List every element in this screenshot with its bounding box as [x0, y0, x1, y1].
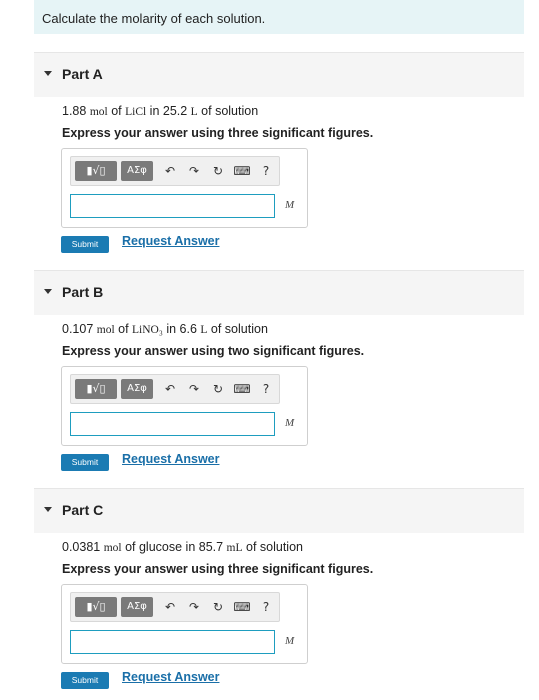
help-icon[interactable]: ? — [257, 597, 275, 617]
reset-icon[interactable]: ↻ — [209, 161, 227, 181]
caret-down-icon — [44, 71, 52, 76]
part-c-title: Part C — [62, 502, 104, 518]
part-a-answer-box: ▮√▯ ΑΣφ ↶ ↷ ↻ ⌨ ? M — [61, 148, 308, 228]
caret-down-icon — [44, 289, 52, 294]
undo-icon[interactable]: ↶ — [161, 161, 179, 181]
part-c-header[interactable]: Part C — [34, 488, 524, 533]
symbols-button[interactable]: ΑΣφ — [121, 161, 153, 181]
help-icon[interactable]: ? — [257, 161, 275, 181]
part-b-submit-button[interactable]: Submit — [61, 454, 109, 471]
instructions-banner: Calculate the molarity of each solution. — [34, 0, 524, 34]
part-c-submit-button[interactable]: Submit — [61, 672, 109, 689]
part-a-title: Part A — [62, 66, 103, 82]
redo-icon[interactable]: ↷ — [185, 161, 203, 181]
unit-label: M — [285, 635, 295, 647]
part-b-instruction: Express your answer using two significan… — [62, 344, 365, 358]
reset-icon[interactable]: ↻ — [209, 597, 227, 617]
keyboard-icon[interactable]: ⌨ — [233, 597, 251, 617]
part-c-request-answer-link[interactable]: Request Answer — [122, 670, 219, 684]
part-b-header[interactable]: Part B — [34, 270, 524, 315]
part-b-question: 0.107 mol of LiNO₃ in 6.6 L of solution — [62, 322, 268, 336]
math-toolbar: ▮√▯ ΑΣφ ↶ ↷ ↻ ⌨ ? — [70, 156, 280, 186]
math-toolbar: ▮√▯ ΑΣφ ↶ ↷ ↻ ⌨ ? — [70, 592, 280, 622]
templates-button[interactable]: ▮√▯ — [75, 597, 117, 617]
math-toolbar: ▮√▯ ΑΣφ ↶ ↷ ↻ ⌨ ? — [70, 374, 280, 404]
part-b-answer-box: ▮√▯ ΑΣφ ↶ ↷ ↻ ⌨ ? M — [61, 366, 308, 446]
symbols-button[interactable]: ΑΣφ — [121, 379, 153, 399]
part-a-submit-button[interactable]: Submit — [61, 236, 109, 253]
undo-icon[interactable]: ↶ — [161, 379, 179, 399]
caret-down-icon — [44, 507, 52, 512]
symbols-button[interactable]: ΑΣφ — [121, 597, 153, 617]
keyboard-icon[interactable]: ⌨ — [233, 161, 251, 181]
unit-label: M — [285, 199, 295, 211]
unit-label: M — [285, 417, 295, 429]
part-b-request-answer-link[interactable]: Request Answer — [122, 452, 219, 466]
part-c-answer-box: ▮√▯ ΑΣφ ↶ ↷ ↻ ⌨ ? M — [61, 584, 308, 664]
keyboard-icon[interactable]: ⌨ — [233, 379, 251, 399]
templates-button[interactable]: ▮√▯ — [75, 379, 117, 399]
templates-button[interactable]: ▮√▯ — [75, 161, 117, 181]
redo-icon[interactable]: ↷ — [185, 597, 203, 617]
part-a-request-answer-link[interactable]: Request Answer — [122, 234, 219, 248]
part-b-title: Part B — [62, 284, 104, 300]
instructions-text: Calculate the molarity of each solution. — [42, 11, 266, 26]
part-a-instruction: Express your answer using three signific… — [62, 126, 374, 140]
part-c-instruction: Express your answer using three signific… — [62, 562, 374, 576]
redo-icon[interactable]: ↷ — [185, 379, 203, 399]
help-icon[interactable]: ? — [257, 379, 275, 399]
part-a-header[interactable]: Part A — [34, 52, 524, 97]
undo-icon[interactable]: ↶ — [161, 597, 179, 617]
reset-icon[interactable]: ↻ — [209, 379, 227, 399]
part-a-answer-input[interactable] — [70, 194, 275, 218]
part-a-question: 1.88 mol of LiCl in 25.2 L of solution — [62, 104, 259, 118]
part-c-answer-input[interactable] — [70, 630, 275, 654]
part-b-answer-input[interactable] — [70, 412, 275, 436]
part-c-question: 0.0381 mol of glucose in 85.7 mL of solu… — [62, 540, 303, 554]
